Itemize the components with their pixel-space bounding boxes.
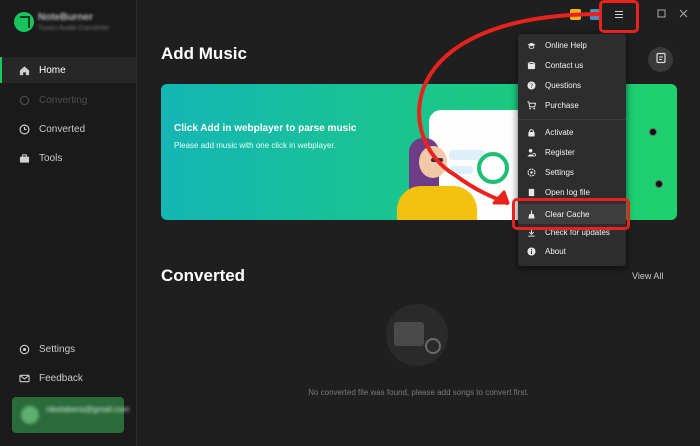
menu-item-about[interactable]: About [518,241,626,261]
cart-icon [527,100,536,110]
app-window: NoteBurner Tunes Audio Converter Home Co… [0,0,700,446]
menu-item-label: Activate [545,127,574,137]
open-file-button[interactable] [648,47,673,72]
mail-icon [18,372,30,384]
empty-document-icon [394,322,424,346]
empty-state-text: No converted file was found, please add … [308,388,529,397]
banner-illustration-glasses [431,158,443,162]
annotation-dot [649,128,657,136]
toolbox-icon [18,152,30,164]
sidebar-item-converting[interactable]: Converting [0,87,136,113]
sidebar-item-tools[interactable]: Tools [0,145,136,171]
banner-subtitle: Please add music with one click in webpl… [174,141,336,150]
sidebar-item-label: Converted [39,123,86,135]
sidebar-settings[interactable]: Settings [0,336,136,362]
add-music-title: Add Music [161,44,247,63]
menu-item-questions[interactable]: ? Questions [518,75,626,95]
convert-icon [477,152,509,184]
gear-icon [527,167,536,177]
menu-item-label: Purchase [545,100,579,110]
close-button[interactable] [679,9,688,21]
main-menu-dropdown: Online Help Contact us ? Questions Purch… [518,34,626,266]
menu-item-label: Open log file [545,187,590,197]
question-icon: ? [527,80,536,90]
highlight-menu-button [599,0,639,33]
avatar [21,406,39,424]
clock-icon [18,123,30,135]
user-email: nikelaberia@gmail.com [46,405,130,414]
gear-icon [18,343,30,355]
menu-item-label: Contact us [545,60,584,70]
banner-illustration-body [397,186,477,220]
maximize-button[interactable] [657,9,666,21]
menu-item-contact-us[interactable]: Contact us [518,55,626,75]
menu-item-activate[interactable]: Activate [518,122,626,142]
sidebar-item-label: Home [39,64,66,76]
info-icon [527,246,536,256]
app-logo [14,12,34,32]
menu-item-label: Questions [545,80,582,90]
phone-icon [527,61,536,70]
menu-item-label: Settings [545,167,574,177]
menu-item-label: About [545,246,566,256]
app-subtitle: Tunes Audio Converter [38,25,110,32]
sidebar-item-converted[interactable]: Converted [0,116,136,142]
menu-item-online-help[interactable]: Online Help [518,35,626,55]
banner-illustration-chip [449,166,473,174]
sidebar-settings-label: Settings [39,343,76,355]
highlight-clear-cache [512,198,630,230]
menu-item-label: Register [545,147,575,157]
menu-item-purchase[interactable]: Purchase [518,95,626,115]
converting-icon [18,94,30,106]
file-icon [655,52,667,67]
user-account[interactable]: nikelaberia@gmail.com [12,397,130,433]
menu-item-settings[interactable]: Settings [518,162,626,182]
app-name: NoteBurner [38,12,94,23]
sidebar-item-home[interactable]: Home [0,57,136,83]
file-icon [527,188,536,197]
magnifier-icon [425,338,441,354]
home-icon [18,64,30,76]
register-icon [527,148,536,157]
gift-icon[interactable] [570,9,581,20]
maximize-icon [657,9,666,21]
view-all-link[interactable]: View All [632,271,663,281]
menu-separator [518,119,626,120]
sidebar-feedback[interactable]: Feedback [0,365,136,391]
close-icon [679,9,688,21]
sidebar-feedback-label: Feedback [39,372,83,384]
banner-title: Click Add in webplayer to parse music [174,123,357,134]
menu-item-register[interactable]: Register [518,142,626,162]
sidebar-item-label: Converting [39,94,88,106]
converted-title: Converted [161,266,246,285]
banner-illustration-person [419,146,447,178]
graduation-icon [527,41,536,50]
lock-icon [527,128,536,137]
annotation-dot [655,180,663,188]
menu-item-label: Online Help [545,40,587,50]
sidebar-item-label: Tools [39,152,63,164]
sidebar: NoteBurner Tunes Audio Converter Home Co… [0,0,137,446]
svg-text:?: ? [530,82,533,89]
